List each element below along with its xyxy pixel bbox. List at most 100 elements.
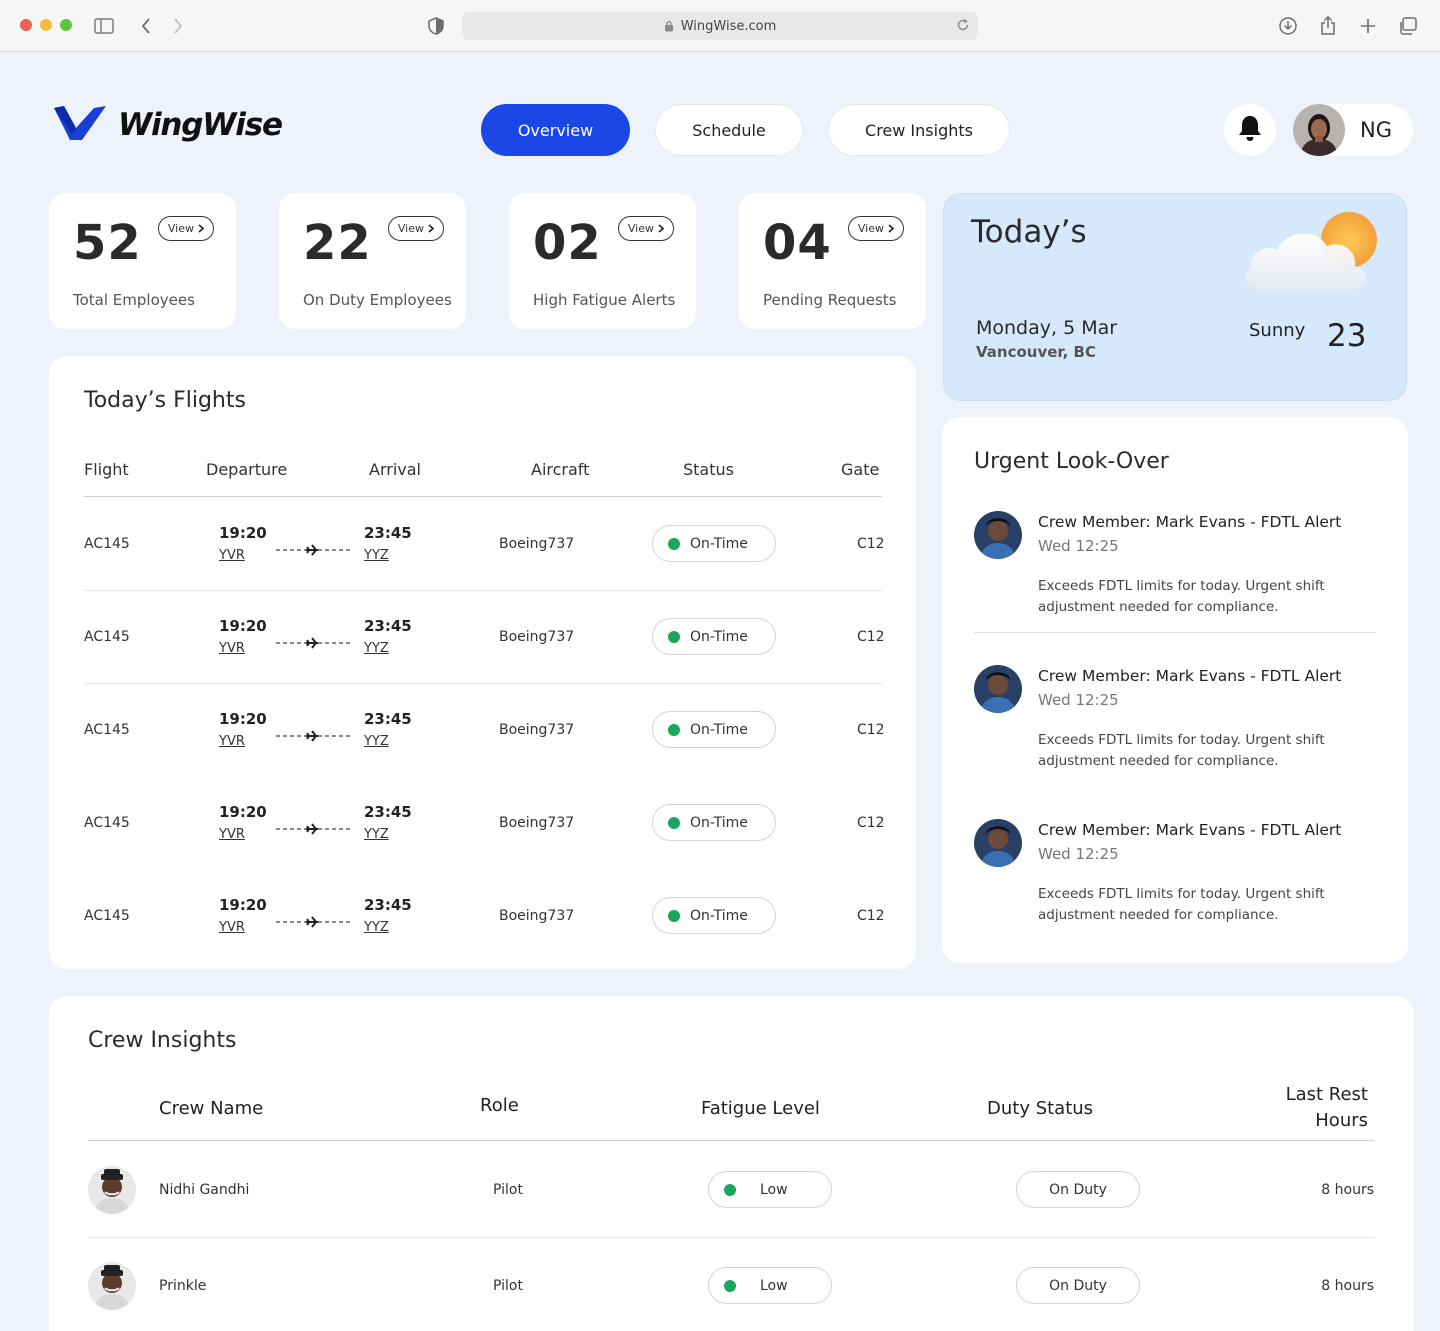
alert-title: Crew Member: Mark Evans - FDTL Alert xyxy=(1038,513,1342,531)
share-icon[interactable] xyxy=(1316,14,1340,38)
minimize-window-button[interactable] xyxy=(40,19,52,31)
alert-item[interactable]: Crew Member: Mark Evans - FDTL Alert Wed… xyxy=(974,511,1376,621)
chevron-right-icon xyxy=(888,224,894,233)
alert-item[interactable]: Crew Member: Mark Evans - FDTL Alert Wed… xyxy=(974,819,1376,929)
tab-overview[interactable]: Overview xyxy=(481,104,630,156)
departure-code[interactable]: YVR xyxy=(219,734,245,749)
crew-row[interactable]: Prinkle Pilot Low On Duty 8 hours xyxy=(88,1238,1374,1331)
status-label: On-Time xyxy=(690,628,748,645)
close-window-button[interactable] xyxy=(20,19,32,31)
urgent-title: Urgent Look-Over xyxy=(974,449,1169,474)
view-button[interactable]: View xyxy=(157,216,214,241)
fatigue-label: Low xyxy=(760,1181,788,1198)
aircraft: Boeing737 xyxy=(499,722,575,738)
view-label: View xyxy=(167,222,194,235)
status-label: On-Time xyxy=(690,907,748,924)
stat-value: 04 xyxy=(763,215,832,271)
col-crew-name: Crew Name xyxy=(159,1098,264,1119)
stat-value: 52 xyxy=(73,215,142,271)
chevron-right-icon xyxy=(658,224,664,233)
download-icon[interactable] xyxy=(1276,14,1300,38)
arrival-code[interactable]: YYZ xyxy=(364,734,389,749)
status-badge: On-Time xyxy=(652,618,776,655)
privacy-shield-icon[interactable] xyxy=(424,14,448,38)
departure-code[interactable]: YVR xyxy=(219,641,245,656)
maximize-window-button[interactable] xyxy=(60,19,72,31)
arrival-code[interactable]: YYZ xyxy=(364,920,389,935)
url-text: WingWise.com xyxy=(680,18,777,34)
arrival-time: 23:45 xyxy=(364,524,412,542)
todays-flights-card: Today’s Flights Flight Departure Arrival… xyxy=(49,356,916,969)
header-divider xyxy=(88,1140,1374,1141)
chevron-right-icon xyxy=(428,224,434,233)
col-aircraft: Aircraft xyxy=(531,460,590,479)
notifications-button[interactable] xyxy=(1224,104,1276,156)
crew-name: Prinkle xyxy=(159,1278,207,1294)
brand-name: WingWise xyxy=(118,107,283,143)
address-bar[interactable]: WingWise.com xyxy=(462,12,978,40)
arrival-time: 23:45 xyxy=(364,896,412,914)
wingwise-logo-icon xyxy=(54,106,106,144)
crew-title: Crew Insights xyxy=(88,1028,237,1053)
status-dot xyxy=(668,723,680,736)
flight-row[interactable]: AC145 19:20 YVR 23:45 YYZ Boeing737 On-T… xyxy=(84,870,885,963)
departure-code[interactable]: YVR xyxy=(219,827,245,842)
fatigue-label: Low xyxy=(760,1277,788,1294)
col-fatigue-level: Fatigue Level xyxy=(701,1098,820,1119)
aircraft: Boeing737 xyxy=(499,536,575,552)
sidebar-toggle-icon[interactable] xyxy=(92,14,116,38)
view-button[interactable]: View xyxy=(387,216,444,241)
status-dot xyxy=(668,537,680,550)
col-last-rest: Last Rest xyxy=(1285,1084,1368,1105)
departure-time: 19:20 xyxy=(219,617,267,635)
weather-card: Today’s Monday, 5 Mar Vancouver, BC Sunn… xyxy=(943,193,1407,401)
stat-card-total-employees: 52 View Total Employees xyxy=(49,193,236,329)
status-badge: On-Time xyxy=(652,711,776,748)
forward-icon[interactable] xyxy=(166,14,190,38)
lock-icon xyxy=(664,20,674,32)
weather-location: Vancouver, BC xyxy=(976,343,1096,361)
departure-time: 19:20 xyxy=(219,524,267,542)
departure-code[interactable]: YVR xyxy=(219,920,245,935)
airplane-route-icon xyxy=(276,820,350,839)
flight-number: AC145 xyxy=(84,722,130,738)
view-button[interactable]: View xyxy=(847,216,904,241)
tab-schedule[interactable]: Schedule xyxy=(655,104,803,156)
crew-avatar xyxy=(88,1166,136,1214)
duty-status-badge: On Duty xyxy=(1016,1267,1140,1304)
partly-cloudy-icon xyxy=(1241,210,1381,299)
status-dot xyxy=(668,630,680,643)
tab-overview-icon[interactable] xyxy=(1396,14,1420,38)
alert-title: Crew Member: Mark Evans - FDTL Alert xyxy=(1038,667,1342,685)
flight-number: AC145 xyxy=(84,815,130,831)
col-gate: Gate xyxy=(841,460,880,479)
flight-row[interactable]: AC145 19:20 YVR 23:45 YYZ Boeing737 On-T… xyxy=(84,498,885,591)
weather-date: Monday, 5 Mar xyxy=(976,317,1118,339)
fatigue-badge: Low xyxy=(708,1267,832,1304)
arrival-code[interactable]: YYZ xyxy=(364,548,389,563)
view-label: View xyxy=(627,222,654,235)
reload-icon[interactable] xyxy=(956,18,970,32)
col-status: Status xyxy=(683,460,734,479)
alert-time: Wed 12:25 xyxy=(1038,845,1119,863)
alert-item[interactable]: Crew Member: Mark Evans - FDTL Alert Wed… xyxy=(974,665,1376,775)
status-label: On-Time xyxy=(690,814,748,831)
status-dot xyxy=(668,909,680,922)
flight-row[interactable]: AC145 19:20 YVR 23:45 YYZ Boeing737 On-T… xyxy=(84,591,885,684)
departure-code[interactable]: YVR xyxy=(219,548,245,563)
chevron-right-icon xyxy=(198,224,204,233)
brand-logo[interactable]: WingWise xyxy=(54,106,283,144)
back-icon[interactable] xyxy=(134,14,158,38)
departure-time: 19:20 xyxy=(219,710,267,728)
view-button[interactable]: View xyxy=(617,216,674,241)
arrival-code[interactable]: YYZ xyxy=(364,827,389,842)
crew-row[interactable]: Nidhi Gandhi Pilot Low On Duty 8 hours xyxy=(88,1142,1374,1238)
arrival-code[interactable]: YYZ xyxy=(364,641,389,656)
new-tab-icon[interactable] xyxy=(1356,14,1380,38)
flight-row[interactable]: AC145 19:20 YVR 23:45 YYZ Boeing737 On-T… xyxy=(84,777,885,870)
alert-title: Crew Member: Mark Evans - FDTL Alert xyxy=(1038,821,1342,839)
alert-divider xyxy=(974,632,1376,633)
flight-row[interactable]: AC145 19:20 YVR 23:45 YYZ Boeing737 On-T… xyxy=(84,684,885,777)
user-profile-button[interactable]: NG xyxy=(1293,104,1413,156)
tab-crew-insights[interactable]: Crew Insights xyxy=(828,104,1010,156)
